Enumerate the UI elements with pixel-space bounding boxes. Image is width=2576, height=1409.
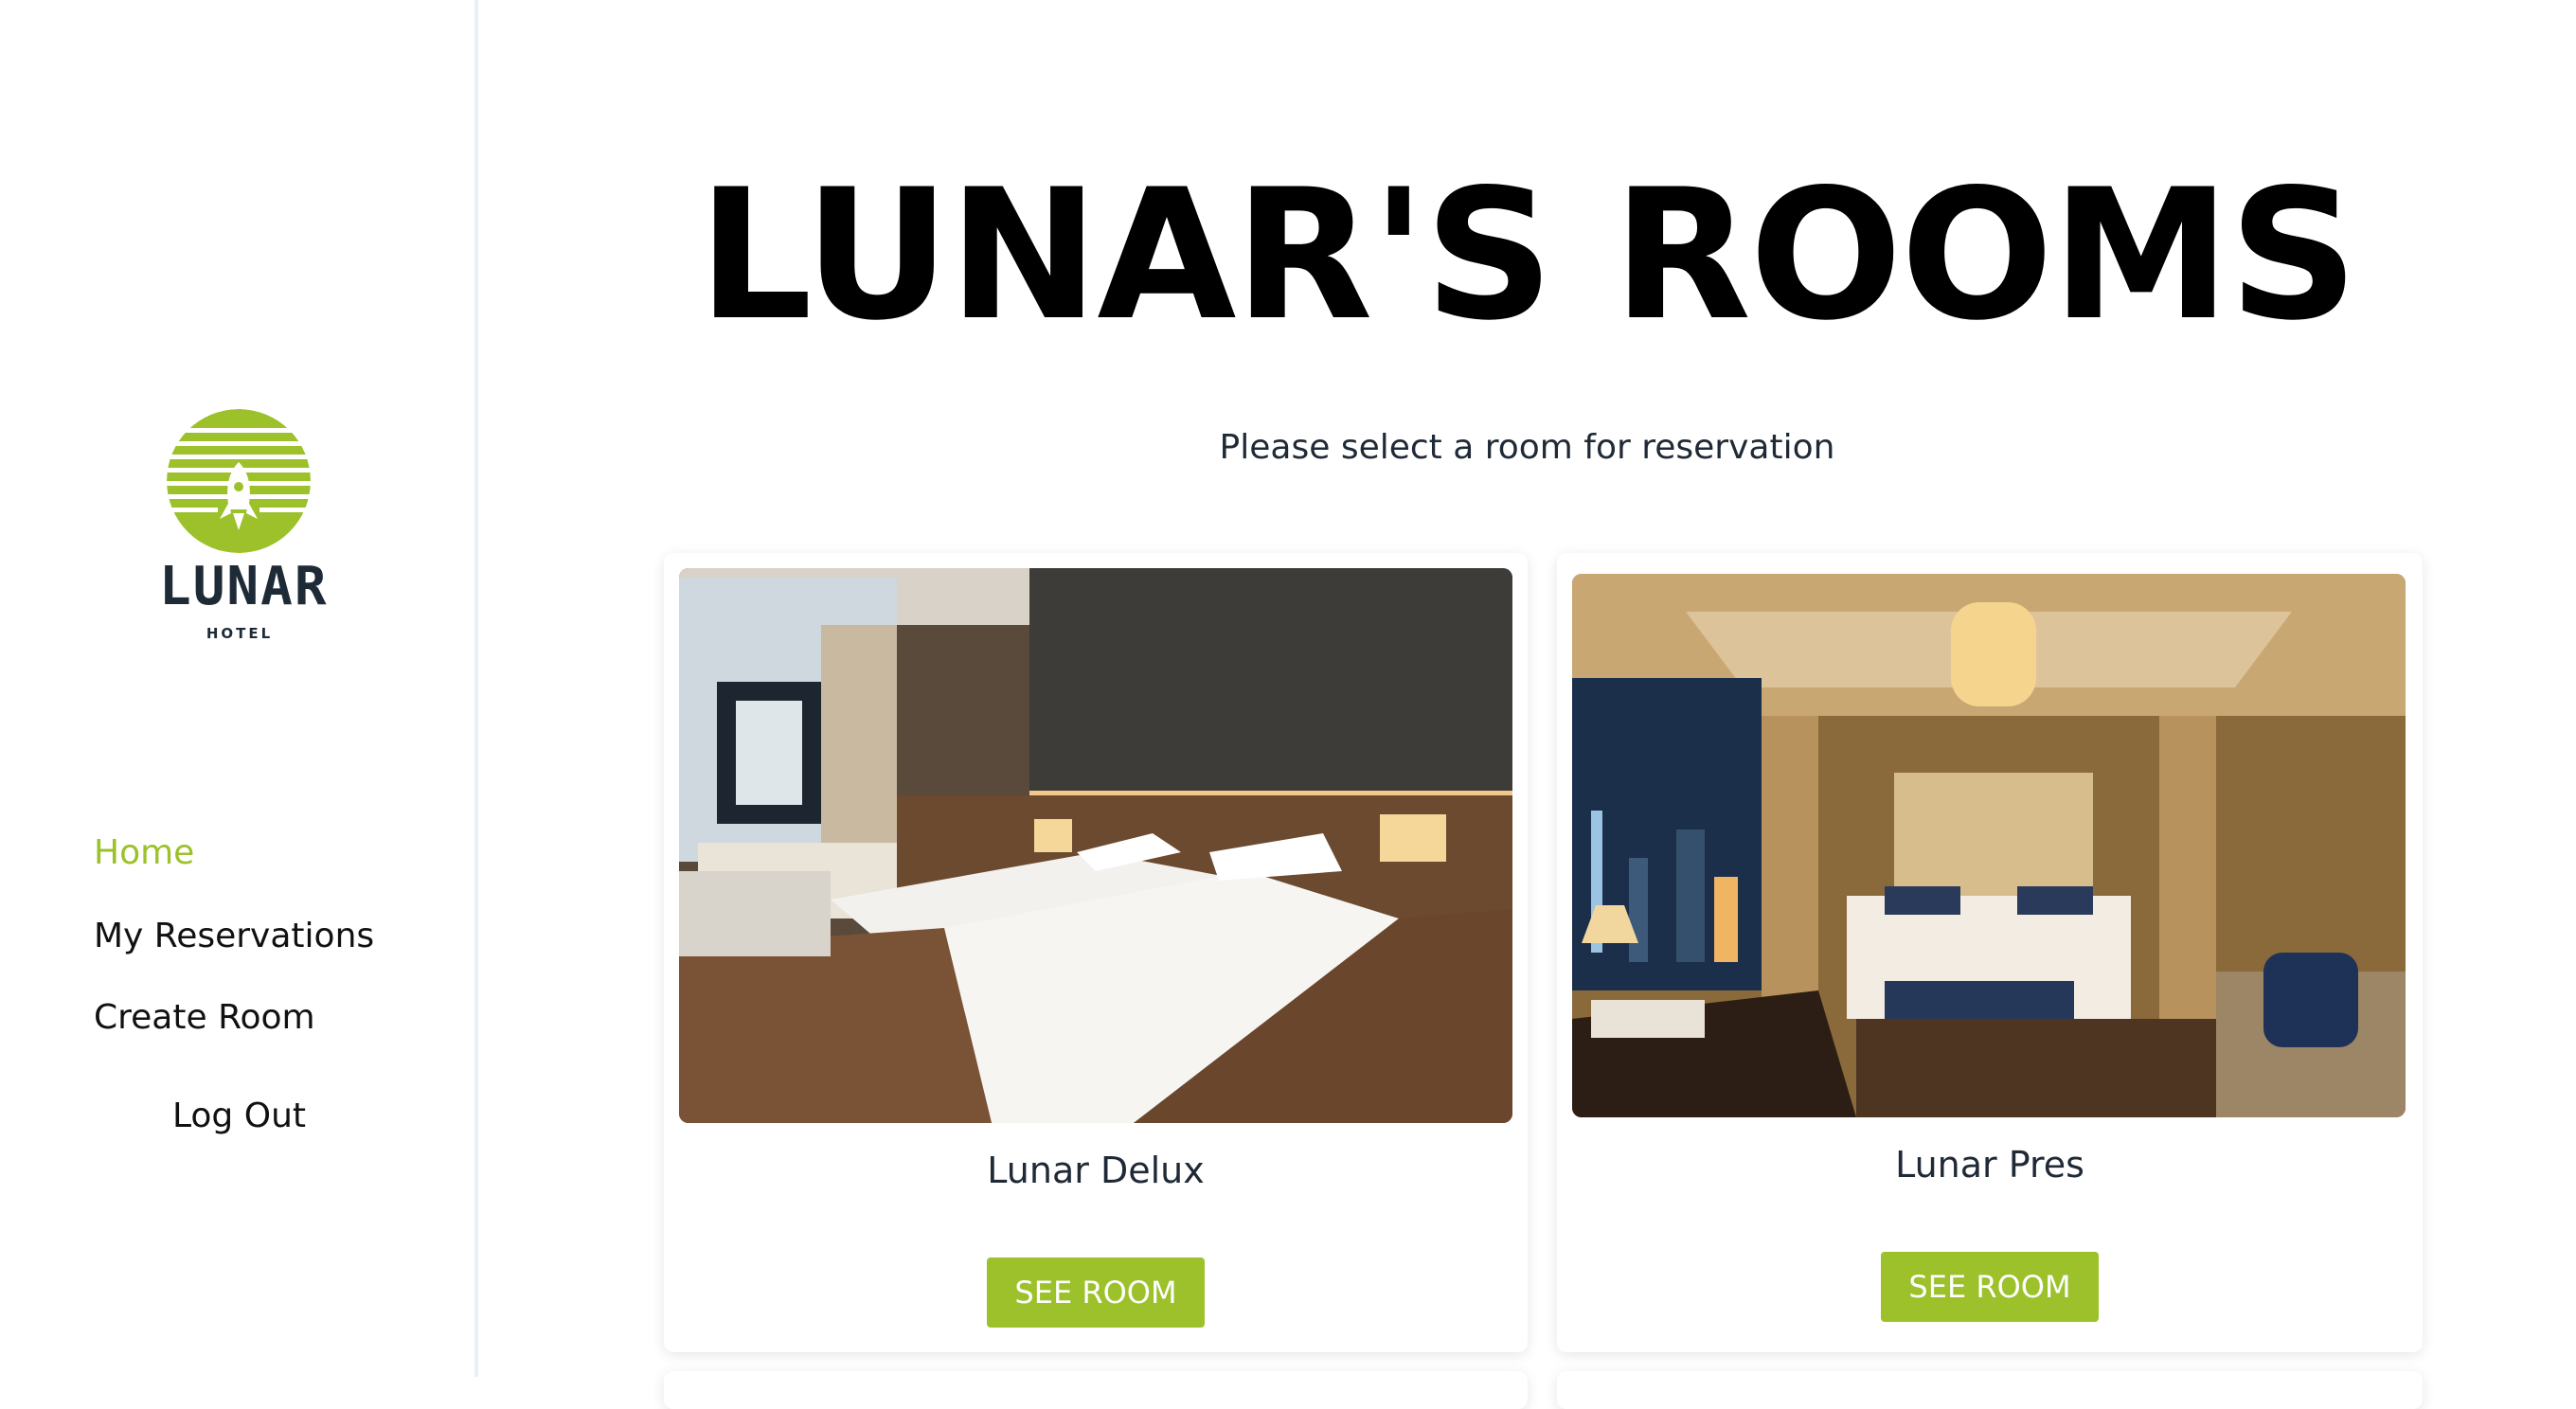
room-image-twin-bed-room-photo (679, 568, 1512, 1123)
nav-create-room[interactable]: Create Room (94, 998, 315, 1037)
rocket-moon-logo-icon (167, 409, 311, 553)
room-name: Lunar Pres (1895, 1144, 2084, 1186)
room-card-next-row (664, 1371, 1528, 1409)
nav-home[interactable]: Home (94, 833, 194, 872)
logout-button[interactable]: Log Out (0, 1097, 478, 1135)
see-room-button[interactable]: SEE ROOM (1881, 1252, 2099, 1322)
logo-subtitle: HOTEL (206, 625, 274, 642)
room-card: Lunar Pres SEE ROOM (1557, 553, 2423, 1352)
nav-my-reservations[interactable]: My Reservations (94, 917, 374, 955)
room-image-presidential-suite-photo (1572, 574, 2406, 1117)
room-name: Lunar Delux (987, 1150, 1205, 1191)
sidebar: LUNAR HOTEL Home My Reservations Create … (0, 0, 478, 1377)
hotel-logo[interactable]: LUNAR HOTEL (159, 407, 329, 653)
room-card-next-row (1557, 1371, 2423, 1409)
see-room-button[interactable]: SEE ROOM (987, 1257, 1205, 1328)
page-subtitle: Please select a room for reservation (1219, 428, 1835, 467)
page-title: LUNAR'S ROOMS (697, 151, 2358, 360)
logo-wordmark: LUNAR (159, 556, 329, 617)
main-content: LUNAR'S ROOMS Please select a room for r… (478, 0, 2576, 1409)
room-card: Lunar Delux SEE ROOM (664, 553, 1528, 1352)
